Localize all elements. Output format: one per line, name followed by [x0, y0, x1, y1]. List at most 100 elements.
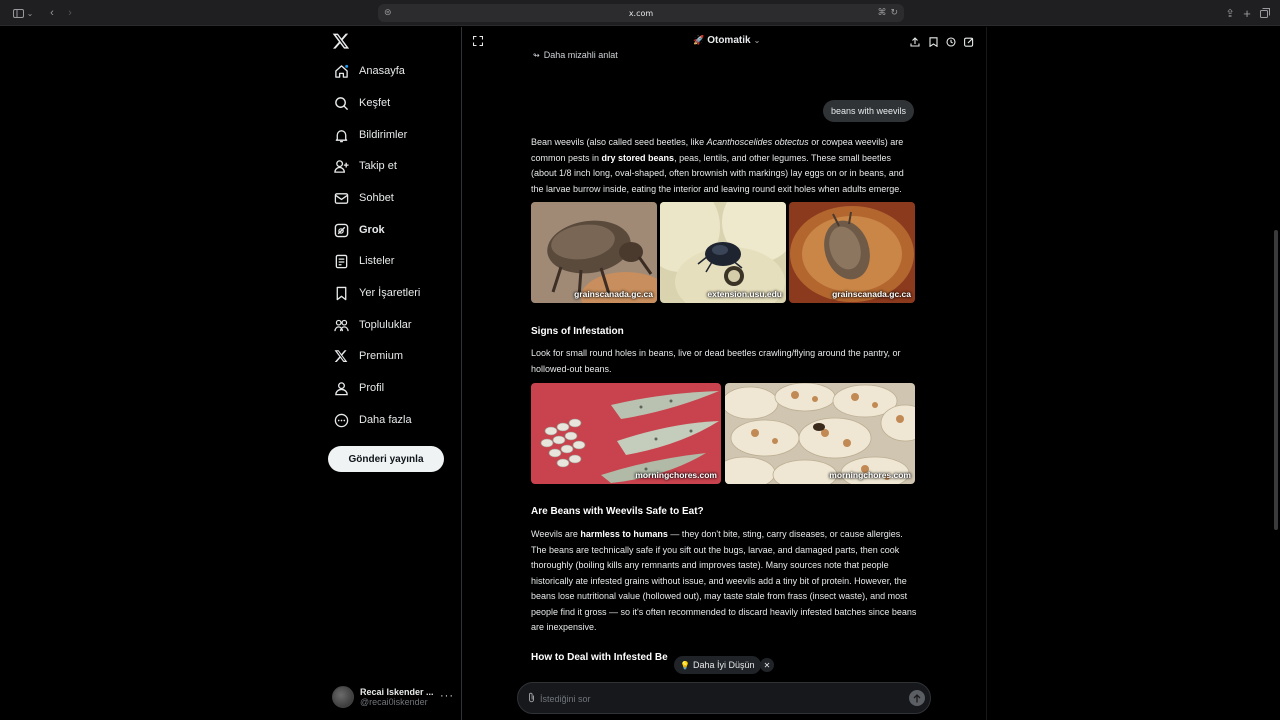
x-logo-icon[interactable]	[332, 32, 350, 50]
back-arrow-icon[interactable]: ‹	[46, 5, 58, 21]
nav-item-label: Listeler	[359, 255, 395, 267]
beans-photo-icon	[725, 383, 915, 484]
bookmark-icon[interactable]	[928, 36, 938, 47]
history-icon[interactable]	[946, 36, 956, 47]
weevil-image-3[interactable]: grainscanada.gc.ca	[789, 202, 915, 303]
follow-icon	[333, 158, 349, 174]
weevil-photo-icon	[660, 202, 786, 303]
image-source: morningchores.com	[635, 470, 717, 480]
deal-heading: How to Deal with Infested Be	[531, 652, 668, 663]
chevron-down-icon: ⌄	[753, 36, 761, 45]
nav-item-label: Sohbet	[359, 192, 394, 204]
nav-item-chat[interactable]: Sohbet	[333, 187, 394, 209]
tab-overview-icon[interactable]	[1259, 5, 1271, 21]
user-message-bubble: beans with weevils	[823, 100, 915, 122]
search-icon	[333, 95, 349, 111]
new-tab-icon[interactable]: +	[1241, 5, 1253, 21]
image-source: morningchores.com	[829, 470, 911, 480]
infested-beans-image-2[interactable]: morningchores.com	[725, 383, 915, 484]
close-icon[interactable]: ✕	[760, 658, 774, 672]
share-icon[interactable]	[910, 36, 920, 47]
safe-text: Weevils are harmless to humans — they do…	[531, 529, 917, 632]
beans-photo-icon	[531, 383, 721, 484]
nav-item-label: Yer İşaretleri	[359, 287, 421, 299]
nav-item-profile[interactable]: Profil	[333, 377, 384, 399]
nav-item-more[interactable]: Daha fazla	[333, 409, 412, 431]
sparkle-icon: ↬	[533, 50, 540, 60]
nav-item-label: Daha fazla	[359, 414, 412, 426]
safe-heading: Are Beans with Weevils Safe to Eat?	[531, 506, 704, 517]
profile-name: Recai Iskender ...	[360, 686, 434, 697]
response-intro: Bean weevils (also called seed beetles, …	[531, 137, 904, 194]
nav-item-label: Bildirimler	[359, 129, 408, 141]
avatar	[332, 686, 354, 708]
nav-item-communities[interactable]: Topluluklar	[333, 314, 412, 336]
expand-icon[interactable]	[472, 35, 485, 48]
nav-item-grok[interactable]: Grok	[333, 219, 385, 241]
nav-item-follow[interactable]: Takip et	[333, 155, 397, 177]
nav-item-explore[interactable]: Keşfet	[333, 92, 390, 114]
nav-item-label: Topluluklar	[359, 319, 412, 331]
think-better-chip[interactable]: 💡 Daha İyi Düşün	[674, 656, 761, 674]
nav-item-label: Profil	[359, 382, 385, 394]
grok-conversation: 🚀 Otomatik ⌄ ↬ Daha mizahli anlat beans …	[463, 27, 986, 720]
weevil-photo-icon	[789, 202, 915, 303]
mail-icon	[333, 190, 349, 206]
more-circle-icon	[333, 412, 349, 428]
post-button[interactable]: Gönderi yayınla	[328, 446, 444, 472]
translate-icon[interactable]: ⌘	[877, 7, 886, 18]
nav-item-lists[interactable]: Listeler	[333, 250, 394, 272]
weevil-image-2[interactable]: extension.usu.edu	[660, 202, 786, 303]
nav-item-label: Grok	[359, 224, 385, 236]
nav-item-label: Takip et	[359, 160, 397, 172]
share-icon[interactable]: ⇪	[1224, 5, 1236, 21]
nav-item-bookmarks[interactable]: Yer İşaretleri	[333, 282, 420, 304]
bookmark-icon	[333, 285, 349, 301]
url-text: x.com	[628, 8, 654, 18]
x-premium-icon	[333, 348, 349, 364]
image-source: extension.usu.edu	[707, 289, 782, 299]
arrow-up-icon	[913, 693, 921, 702]
signs-text: Look for small round holes in beans, liv…	[531, 348, 901, 374]
new-chat-icon[interactable]	[964, 36, 974, 47]
image-source: grainscanada.gc.ca	[574, 289, 653, 299]
nav-item-label: Anasayfa	[359, 65, 405, 77]
grok-icon	[333, 222, 349, 238]
weevil-photo-icon	[531, 202, 657, 303]
account-more-icon[interactable]: ···	[440, 690, 454, 702]
message-composer	[517, 682, 931, 714]
sidebar-toggle-icon[interactable]	[10, 5, 26, 21]
page-scrollbar[interactable]	[1274, 230, 1278, 530]
nav-item-label: Premium	[359, 350, 404, 362]
profile-handle: @recai0iskender	[360, 697, 428, 707]
model-mode-select[interactable]: 🚀 Otomatik ⌄	[693, 35, 760, 46]
bell-icon	[333, 127, 349, 143]
mode-label: Otomatik	[707, 35, 751, 46]
signs-heading: Signs of Infestation	[531, 326, 624, 337]
column-divider	[986, 27, 987, 720]
suggestion-label: Daha mizahli anlat	[543, 50, 618, 60]
nav-item-notifications[interactable]: Bildirimler	[333, 124, 407, 146]
weevil-image-1[interactable]: grainscanada.gc.ca	[531, 202, 657, 303]
send-button[interactable]	[909, 690, 925, 706]
suggestion-funnier[interactable]: ↬ Daha mizahli anlat	[533, 50, 618, 60]
chevron-down-icon[interactable]: ⌄	[26, 5, 34, 21]
paperclip-icon[interactable]	[527, 692, 536, 706]
browser-toolbar: ⌄ ‹ › ⊜ x.com ⌘ ↻ ⇪ +	[0, 0, 1280, 26]
list-icon	[333, 253, 349, 269]
account-switcher[interactable]: Recai Iskender ... @recai0iskender	[332, 684, 456, 710]
nav-item-home[interactable]: Anasayfa	[333, 60, 405, 82]
rocket-icon: 🚀	[693, 35, 705, 45]
address-bar[interactable]: ⊜ x.com ⌘ ↻	[378, 4, 904, 22]
chip-label: Daha İyi Düşün	[692, 660, 755, 670]
site-settings-icon[interactable]: ⊜	[384, 7, 392, 18]
reload-icon[interactable]: ↻	[890, 7, 898, 18]
communities-icon	[333, 317, 349, 333]
home-icon	[333, 63, 349, 79]
infested-beans-image-1[interactable]: morningchores.com	[531, 383, 721, 484]
nav-item-premium[interactable]: Premium	[333, 345, 403, 367]
forward-arrow-icon[interactable]: ›	[64, 5, 76, 21]
profile-icon	[333, 380, 349, 396]
composer-input[interactable]	[540, 691, 880, 707]
lightbulb-icon: 💡	[680, 660, 690, 670]
